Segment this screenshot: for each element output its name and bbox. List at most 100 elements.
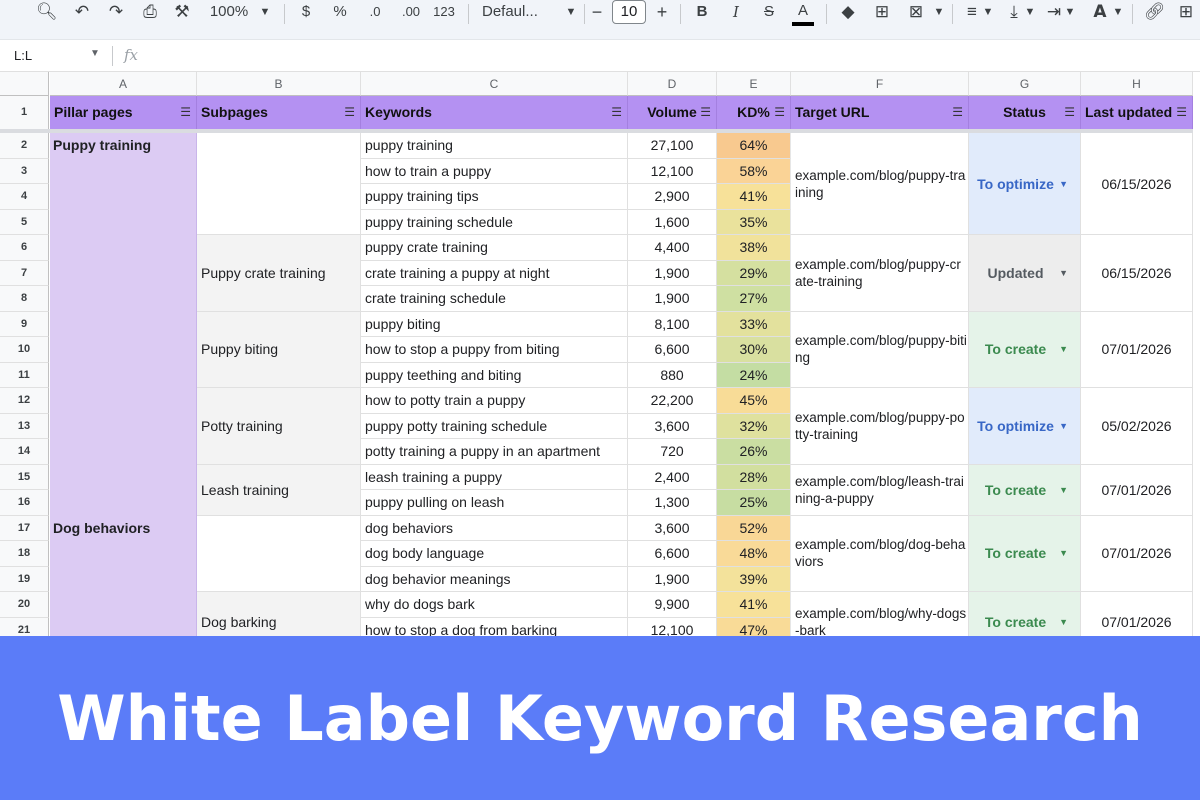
kd-cell[interactable]: 41% [717, 184, 791, 210]
keyword-cell[interactable]: potty training a puppy in an apartment [361, 439, 628, 465]
row-header[interactable]: 15 [0, 464, 49, 490]
column-header-f[interactable]: F [791, 72, 969, 96]
row-header[interactable]: 12 [0, 388, 49, 414]
chevron-down-icon[interactable]: ▼ [564, 0, 578, 28]
last-updated-cell[interactable]: 06/15/2026 [1081, 133, 1193, 235]
row-header[interactable]: 20 [0, 592, 49, 618]
undo-icon[interactable]: ↶ [72, 0, 92, 28]
header-pillar[interactable]: Pillar pages ☰ [50, 96, 197, 129]
header-status[interactable]: Status ☰ [969, 96, 1081, 129]
column-header-a[interactable]: A [50, 72, 197, 96]
target-url-cell[interactable]: example.com/blog/puppy-biting [791, 311, 969, 388]
keyword-cell[interactable]: how to potty train a puppy [361, 388, 628, 414]
redo-icon[interactable]: ↷ [106, 0, 126, 28]
keyword-cell[interactable]: puppy training [361, 133, 628, 159]
last-updated-cell[interactable]: 05/02/2026 [1081, 388, 1193, 465]
subpage-cell[interactable]: Leash training [197, 464, 361, 516]
subpage-cell[interactable]: Puppy biting [197, 311, 361, 388]
kd-cell[interactable]: 52% [717, 515, 791, 541]
chevron-down-icon[interactable]: ▼ [1059, 268, 1068, 278]
target-url-cell[interactable]: example.com/blog/why-dogs-bark [791, 592, 969, 636]
row-header[interactable]: 21 [0, 617, 49, 636]
target-url-cell[interactable]: example.com/blog/puppy-training [791, 133, 969, 235]
volume-cell[interactable]: 12,100 [628, 158, 717, 184]
spreadsheet-grid[interactable]: A B C D E F G H 1 2 3 4 5 6 7 8 9 10 11 12 13 14 15 16 17 18 19 20 2… [0, 72, 1200, 636]
row-header[interactable]: 19 [0, 566, 49, 592]
decrease-font-size-button[interactable]: − [590, 0, 604, 28]
keyword-cell[interactable]: how to stop a puppy from biting [361, 337, 628, 363]
keyword-cell[interactable]: puppy teething and biting [361, 362, 628, 388]
chevron-down-icon[interactable]: ▼ [1059, 344, 1068, 354]
volume-cell[interactable]: 720 [628, 439, 717, 465]
filter-icon[interactable]: ☰ [952, 96, 963, 129]
row-header[interactable]: 1 [0, 96, 49, 133]
column-header-h[interactable]: H [1081, 72, 1193, 96]
kd-cell[interactable]: 29% [717, 260, 791, 286]
chevron-down-icon[interactable]: ▼ [1059, 179, 1068, 189]
header-volume[interactable]: Volume ☰ [628, 96, 717, 129]
font-select[interactable]: Defaul... [482, 0, 566, 28]
volume-cell[interactable]: 22,200 [628, 388, 717, 414]
kd-cell[interactable]: 48% [717, 541, 791, 567]
pillar-cell[interactable]: Dog behaviors [50, 515, 197, 636]
kd-cell[interactable]: 38% [717, 235, 791, 261]
chevron-down-icon[interactable]: ▼ [1059, 617, 1068, 627]
kd-cell[interactable]: 28% [717, 464, 791, 490]
filter-icon[interactable]: ☰ [1064, 96, 1075, 129]
row-header[interactable]: 3 [0, 158, 49, 184]
filter-icon[interactable]: ☰ [774, 96, 785, 129]
row-header[interactable]: 10 [0, 337, 49, 363]
kd-cell[interactable]: 58% [717, 158, 791, 184]
decrease-decimal-button[interactable]: .0 [362, 0, 388, 28]
row-header[interactable]: 9 [0, 311, 49, 337]
chevron-down-icon[interactable]: ▼ [1064, 0, 1076, 28]
volume-cell[interactable]: 12,100 [628, 617, 717, 636]
volume-cell[interactable]: 4,400 [628, 235, 717, 261]
status-dropdown[interactable]: To optimize ▼ [969, 133, 1081, 235]
keyword-cell[interactable]: crate training schedule [361, 286, 628, 312]
vertical-align-icon[interactable]: ⤓ [1004, 0, 1024, 28]
percent-button[interactable]: % [330, 0, 350, 28]
subpage-cell[interactable]: Puppy crate training [197, 235, 361, 312]
bold-button[interactable]: B [694, 0, 710, 28]
print-icon[interactable]: ⎙ [140, 0, 160, 28]
target-url-cell[interactable]: example.com/blog/dog-behaviors [791, 515, 969, 592]
volume-cell[interactable]: 1,600 [628, 209, 717, 235]
filter-icon[interactable]: ☰ [700, 96, 711, 129]
volume-cell[interactable]: 3,600 [628, 413, 717, 439]
status-dropdown[interactable]: To create ▼ [969, 464, 1081, 516]
header-updated[interactable]: Last updated ☰ [1081, 96, 1193, 129]
keyword-cell[interactable]: puppy pulling on leash [361, 490, 628, 516]
chevron-down-icon[interactable]: ▼ [982, 0, 994, 28]
filter-icon[interactable]: ☰ [180, 96, 191, 129]
increase-decimal-button[interactable]: .00 [396, 0, 426, 28]
keyword-cell[interactable]: dog body language [361, 541, 628, 567]
last-updated-cell[interactable]: 07/01/2026 [1081, 592, 1193, 636]
volume-cell[interactable]: 8,100 [628, 311, 717, 337]
text-wrap-icon[interactable]: ⇥ [1044, 0, 1064, 28]
subpage-cell[interactable]: Potty training [197, 388, 361, 465]
last-updated-cell[interactable]: 07/01/2026 [1081, 515, 1193, 592]
chevron-down-icon[interactable]: ▼ [90, 48, 100, 59]
row-header[interactable]: 17 [0, 515, 49, 541]
kd-cell[interactable]: 33% [717, 311, 791, 337]
status-dropdown[interactable]: To create ▼ [969, 311, 1081, 388]
kd-cell[interactable]: 26% [717, 439, 791, 465]
volume-cell[interactable]: 2,900 [628, 184, 717, 210]
filter-icon[interactable]: ☰ [344, 96, 355, 129]
kd-cell[interactable]: 35% [717, 209, 791, 235]
fill-color-icon[interactable]: ◆ [838, 0, 858, 28]
keyword-cell[interactable]: puppy training schedule [361, 209, 628, 235]
row-header[interactable]: 2 [0, 133, 49, 159]
volume-cell[interactable]: 1,900 [628, 260, 717, 286]
volume-cell[interactable]: 6,600 [628, 541, 717, 567]
column-header-g[interactable]: G [969, 72, 1081, 96]
kd-cell[interactable]: 24% [717, 362, 791, 388]
status-dropdown[interactable]: To optimize ▼ [969, 388, 1081, 465]
kd-cell[interactable]: 30% [717, 337, 791, 363]
chevron-down-icon[interactable]: ▼ [1024, 0, 1036, 28]
keyword-cell[interactable]: crate training a puppy at night [361, 260, 628, 286]
subpage-cell[interactable]: Dog barking [197, 592, 361, 636]
font-size-input[interactable]: 10 [612, 0, 646, 24]
subpage-cell[interactable] [197, 515, 361, 592]
